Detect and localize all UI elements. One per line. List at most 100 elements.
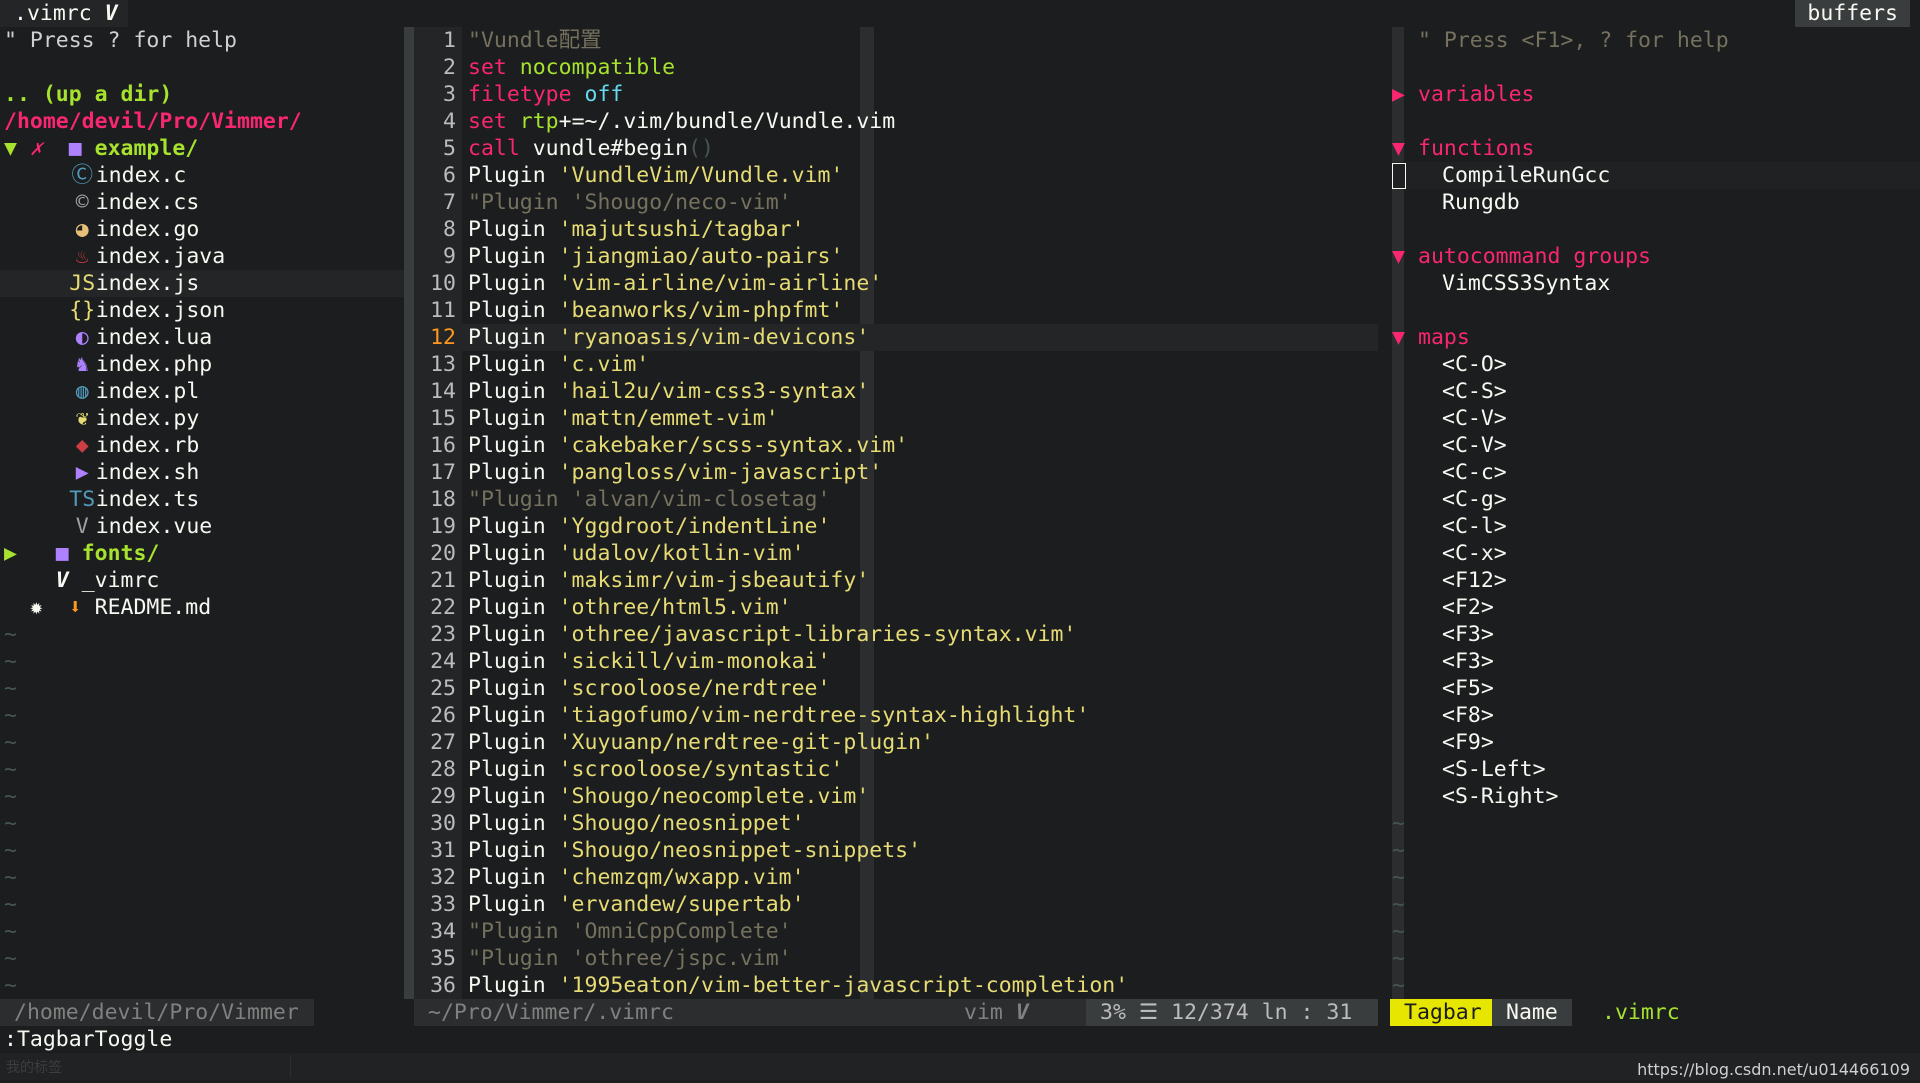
empty-line-marker: ~ [1392,865,1405,890]
code-token: 'mattn/emmet-vim' [558,406,779,431]
file-item[interactable]: ❦ index.py [0,405,404,432]
code-line[interactable]: 19 Plugin 'Yggdroot/indentLine' [414,513,1378,540]
editor-lines: 1 "Vundle配置 2 set nocompatible 3 filetype off… [414,27,1378,999]
tagbar-item[interactable]: <C-S> [1392,378,1920,405]
code-line[interactable]: 2 set nocompatible [414,54,1378,81]
file-item[interactable]: ◕ index.go [0,216,404,243]
code-token: Plugin [468,379,559,404]
code-token: Plugin [468,676,559,701]
tagbar-item[interactable]: <C-V> [1392,405,1920,432]
tagbar-item[interactable]: CompileRunGcc [1392,162,1920,189]
code-line[interactable]: 5 call vundle#begin() [414,135,1378,162]
code-line[interactable]: 11 Plugin 'beanworks/vim-phpfmt' [414,297,1378,324]
vertical-split[interactable] [1378,27,1392,999]
tagbar-item[interactable]: <F3> [1392,621,1920,648]
nerdtree-pane[interactable]: " Press ? for help .. (up a dir) /home/d… [0,27,404,999]
nerdtree-root[interactable]: /home/devil/Pro/Vimmer/ [0,108,404,135]
tagbar-item[interactable]: <C-x> [1392,540,1920,567]
expanded-arrow-icon: ▼ [4,136,17,161]
tagbar-item[interactable]: <F5> [1392,675,1920,702]
tagbar-item[interactable]: <F8> [1392,702,1920,729]
code-line[interactable]: 6 Plugin 'VundleVim/Vundle.vim' [414,162,1378,189]
tagbar-item[interactable]: <S-Right> [1392,783,1920,810]
code-line[interactable]: 33 Plugin 'ervandew/supertab' [414,891,1378,918]
code-line[interactable]: 31 Plugin 'Shougo/neosnippet-snippets' [414,837,1378,864]
tagbar-item[interactable]: <C-g> [1392,486,1920,513]
file-item[interactable]: JSindex.js [0,270,404,297]
tab-vimrc[interactable]: .vimrc V [0,0,128,27]
file-vimrc[interactable]: V _vimrc [0,567,404,594]
file-item[interactable]: Vindex.vue [0,513,404,540]
buffers-indicator[interactable]: buffers [1795,0,1910,27]
code-line[interactable]: 16 Plugin 'cakebaker/scss-syntax.vim' [414,432,1378,459]
code-line[interactable]: 22 Plugin 'othree/html5.vim' [414,594,1378,621]
code-line[interactable]: 14 Plugin 'hail2u/vim-css3-syntax' [414,378,1378,405]
code-line[interactable]: 18 "Plugin 'alvan/vim-closetag' [414,486,1378,513]
file-readme[interactable]: ✹ ⬇ README.md [0,594,404,621]
code-line[interactable]: 34 "Plugin 'OmniCppComplete' [414,918,1378,945]
tagbar-item[interactable]: Rungdb [1392,189,1920,216]
tagbar-item[interactable]: <F2> [1392,594,1920,621]
tagbar-item[interactable]: <C-O> [1392,351,1920,378]
line-number: 3 [414,81,462,108]
tagbar-item[interactable]: <F3> [1392,648,1920,675]
editor-pane[interactable]: 1 "Vundle配置 2 set nocompatible 3 filetype off… [414,27,1378,999]
code-line[interactable]: 3 filetype off [414,81,1378,108]
code-line[interactable]: 7 "Plugin 'Shougo/neco-vim' [414,189,1378,216]
up-dir-link[interactable]: .. (up a dir) [0,81,404,108]
code-line[interactable]: 8 Plugin 'majutsushi/tagbar' [414,216,1378,243]
dir-fonts[interactable]: ▶ ■ fonts/ [0,540,404,567]
code-line[interactable]: 21 Plugin 'maksimr/vim-jsbeautify' [414,567,1378,594]
dir-example[interactable]: ▼ ✗ ■ example/ [0,135,404,162]
code-line[interactable]: 10 Plugin 'vim-airline/vim-airline' [414,270,1378,297]
code-line[interactable]: 26 Plugin 'tiagofumo/vim-nerdtree-syntax-… [414,702,1378,729]
code-line[interactable]: 17 Plugin 'pangloss/vim-javascript' [414,459,1378,486]
code-line[interactable]: 36 Plugin '1995eaton/vim-better-javascrip… [414,972,1378,999]
code-token: 'Shougo/neosnippet-snippets' [558,838,922,863]
code-line[interactable]: 13 Plugin 'c.vim' [414,351,1378,378]
file-item[interactable]: © index.cs [0,189,404,216]
code-line[interactable]: 30 Plugin 'Shougo/neosnippet' [414,810,1378,837]
tagbar-section-variables[interactable]: ▶ variables [1392,81,1920,108]
code-line[interactable]: 20 Plugin 'udalov/kotlin-vim' [414,540,1378,567]
command-line[interactable]: :TagbarToggle [0,1026,1920,1053]
tagbar-item[interactable]: VimCSS3Syntax [1392,270,1920,297]
tagbar-section-functions[interactable]: ▼ functions [1392,135,1920,162]
code-line[interactable]: 12 Plugin 'ryanoasis/vim-devicons' [414,324,1378,351]
code-line[interactable]: 28 Plugin 'scrooloose/syntastic' [414,756,1378,783]
tagbar-item[interactable]: <C-l> [1392,513,1920,540]
code-line[interactable]: 15 Plugin 'mattn/emmet-vim' [414,405,1378,432]
code-line[interactable]: 35 "Plugin 'othree/jspc.vim' [414,945,1378,972]
file-item[interactable]: ◐ index.lua [0,324,404,351]
tagbar-section-maps[interactable]: ▼ maps [1392,324,1920,351]
code-line[interactable]: 25 Plugin 'scrooloose/nerdtree' [414,675,1378,702]
code-line[interactable]: 32 Plugin 'chemzqm/wxapp.vim' [414,864,1378,891]
code-line[interactable]: 23 Plugin 'othree/javascript-libraries-sy… [414,621,1378,648]
tagbar-item[interactable]: <C-V> [1392,432,1920,459]
file-item[interactable]: Ⓒindex.c [0,162,404,189]
vertical-split[interactable] [404,27,414,999]
tagbar-section-autocommand-groups[interactable]: ▼ autocommand groups [1392,243,1920,270]
tagbar-item[interactable]: <C-c> [1392,459,1920,486]
file-item[interactable]: ◍ index.pl [0,378,404,405]
line-number: 16 [414,432,462,459]
code-line[interactable]: 4 set rtp+=~/.vim/bundle/Vundle.vim [414,108,1378,135]
code-line[interactable]: 27 Plugin 'Xuyuanp/nerdtree-git-plugin' [414,729,1378,756]
code-line[interactable]: 24 Plugin 'sickill/vim-monokai' [414,648,1378,675]
sort-label[interactable]: Name [1492,999,1572,1026]
tagbar-item[interactable]: <F12> [1392,567,1920,594]
file-item[interactable]: TSindex.ts [0,486,404,513]
file-item[interactable]: ▶ index.sh [0,459,404,486]
line-number: 30 [414,810,462,837]
file-name: index.vue [95,514,213,539]
file-item[interactable]: {}index.json [0,297,404,324]
tagbar-item[interactable]: <S-Left> [1392,756,1920,783]
file-item[interactable]: ◆ index.rb [0,432,404,459]
code-line[interactable]: 1 "Vundle配置 [414,27,1378,54]
file-item[interactable]: ♞ index.php [0,351,404,378]
tagbar-pane[interactable]: " Press <F1>, ? for help ▶ variables ▼ func… [1392,27,1920,999]
file-item[interactable]: ♨ index.java [0,243,404,270]
code-line[interactable]: 29 Plugin 'Shougo/neocomplete.vim' [414,783,1378,810]
code-line[interactable]: 9 Plugin 'jiangmiao/auto-pairs' [414,243,1378,270]
tagbar-item[interactable]: <F9> [1392,729,1920,756]
